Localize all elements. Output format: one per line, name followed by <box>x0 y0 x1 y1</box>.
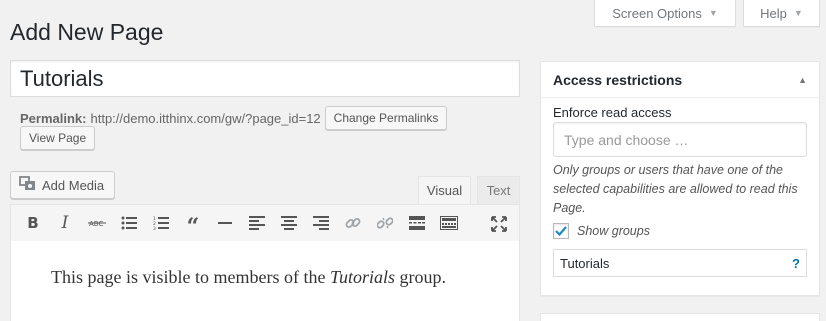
view-page-button[interactable]: View Page <box>20 126 96 150</box>
groups-field[interactable]: Tutorials ? <box>553 249 807 277</box>
read-more-icon[interactable] <box>401 209 433 237</box>
help-button[interactable]: Help ▼ <box>743 0 820 27</box>
capability-select-input[interactable]: Type and choose … <box>553 122 807 157</box>
toolbar-toggle-icon[interactable] <box>433 209 465 237</box>
editor-content[interactable]: This page is visible to members of the T… <box>10 241 520 321</box>
next-postbox <box>540 313 820 321</box>
blockquote-icon[interactable]: “ <box>177 209 209 240</box>
show-groups-label: Show groups <box>577 224 650 238</box>
help-label: Help <box>760 5 787 21</box>
postbox-header[interactable]: Access restrictions ▲ <box>541 62 819 98</box>
align-center-icon[interactable] <box>273 209 305 237</box>
access-restrictions-box: Access restrictions ▲ Enforce read acces… <box>540 61 820 296</box>
add-media-button[interactable]: Add Media <box>10 171 116 199</box>
svg-text:3: 3 <box>153 226 156 230</box>
screen-options-button[interactable]: Screen Options ▼ <box>594 0 736 27</box>
svg-text:ABC: ABC <box>89 220 103 228</box>
chevron-up-icon[interactable]: ▲ <box>798 75 807 85</box>
bold-icon[interactable]: B <box>17 209 49 237</box>
post-title-input[interactable]: Tutorials <box>10 60 520 97</box>
permalink-label: Permalink: <box>20 110 87 126</box>
page-title: Add New Page <box>10 19 164 45</box>
content-text: This page is visible to members of the <box>51 267 330 287</box>
change-permalinks-button[interactable]: Change Permalinks <box>324 106 448 130</box>
group-value: Tutorials <box>560 255 610 271</box>
add-media-label: Add Media <box>42 177 105 193</box>
link-icon[interactable] <box>337 209 369 237</box>
media-icon <box>19 175 37 195</box>
show-groups-row[interactable]: Show groups <box>553 223 650 239</box>
tab-text[interactable]: Text <box>477 176 520 205</box>
checkmark-icon <box>555 226 567 236</box>
numbered-list-icon[interactable]: 123 <box>145 209 177 237</box>
bullet-list-icon[interactable] <box>113 209 145 237</box>
strikethrough-icon[interactable]: ABC <box>81 209 113 237</box>
align-left-icon[interactable] <box>241 209 273 237</box>
help-icon[interactable]: ? <box>792 256 800 271</box>
screen-options-label: Screen Options <box>612 5 702 21</box>
horizontal-rule-icon[interactable] <box>209 209 241 237</box>
content-text-end: group. <box>394 267 446 287</box>
tab-visual[interactable]: Visual <box>418 176 471 205</box>
editor-toolbar: B I ABC 123 “ <box>10 204 520 242</box>
enforce-read-access-label: Enforce read access <box>553 105 672 120</box>
content-emphasis: Tutorials <box>329 267 395 287</box>
align-right-icon[interactable] <box>305 209 337 237</box>
italic-icon[interactable]: I <box>49 209 81 237</box>
chevron-down-icon: ▼ <box>708 8 718 18</box>
permalink-url[interactable]: http://demo.itthinx.com/gw/?page_id=12 <box>90 111 320 126</box>
chevron-down-icon: ▼ <box>793 8 803 18</box>
show-groups-checkbox[interactable] <box>553 223 569 239</box>
fullscreen-icon[interactable] <box>483 210 515 238</box>
help-text: Only groups or users that have one of th… <box>553 163 798 215</box>
unlink-icon[interactable] <box>369 209 401 237</box>
postbox-title: Access restrictions <box>553 71 683 88</box>
